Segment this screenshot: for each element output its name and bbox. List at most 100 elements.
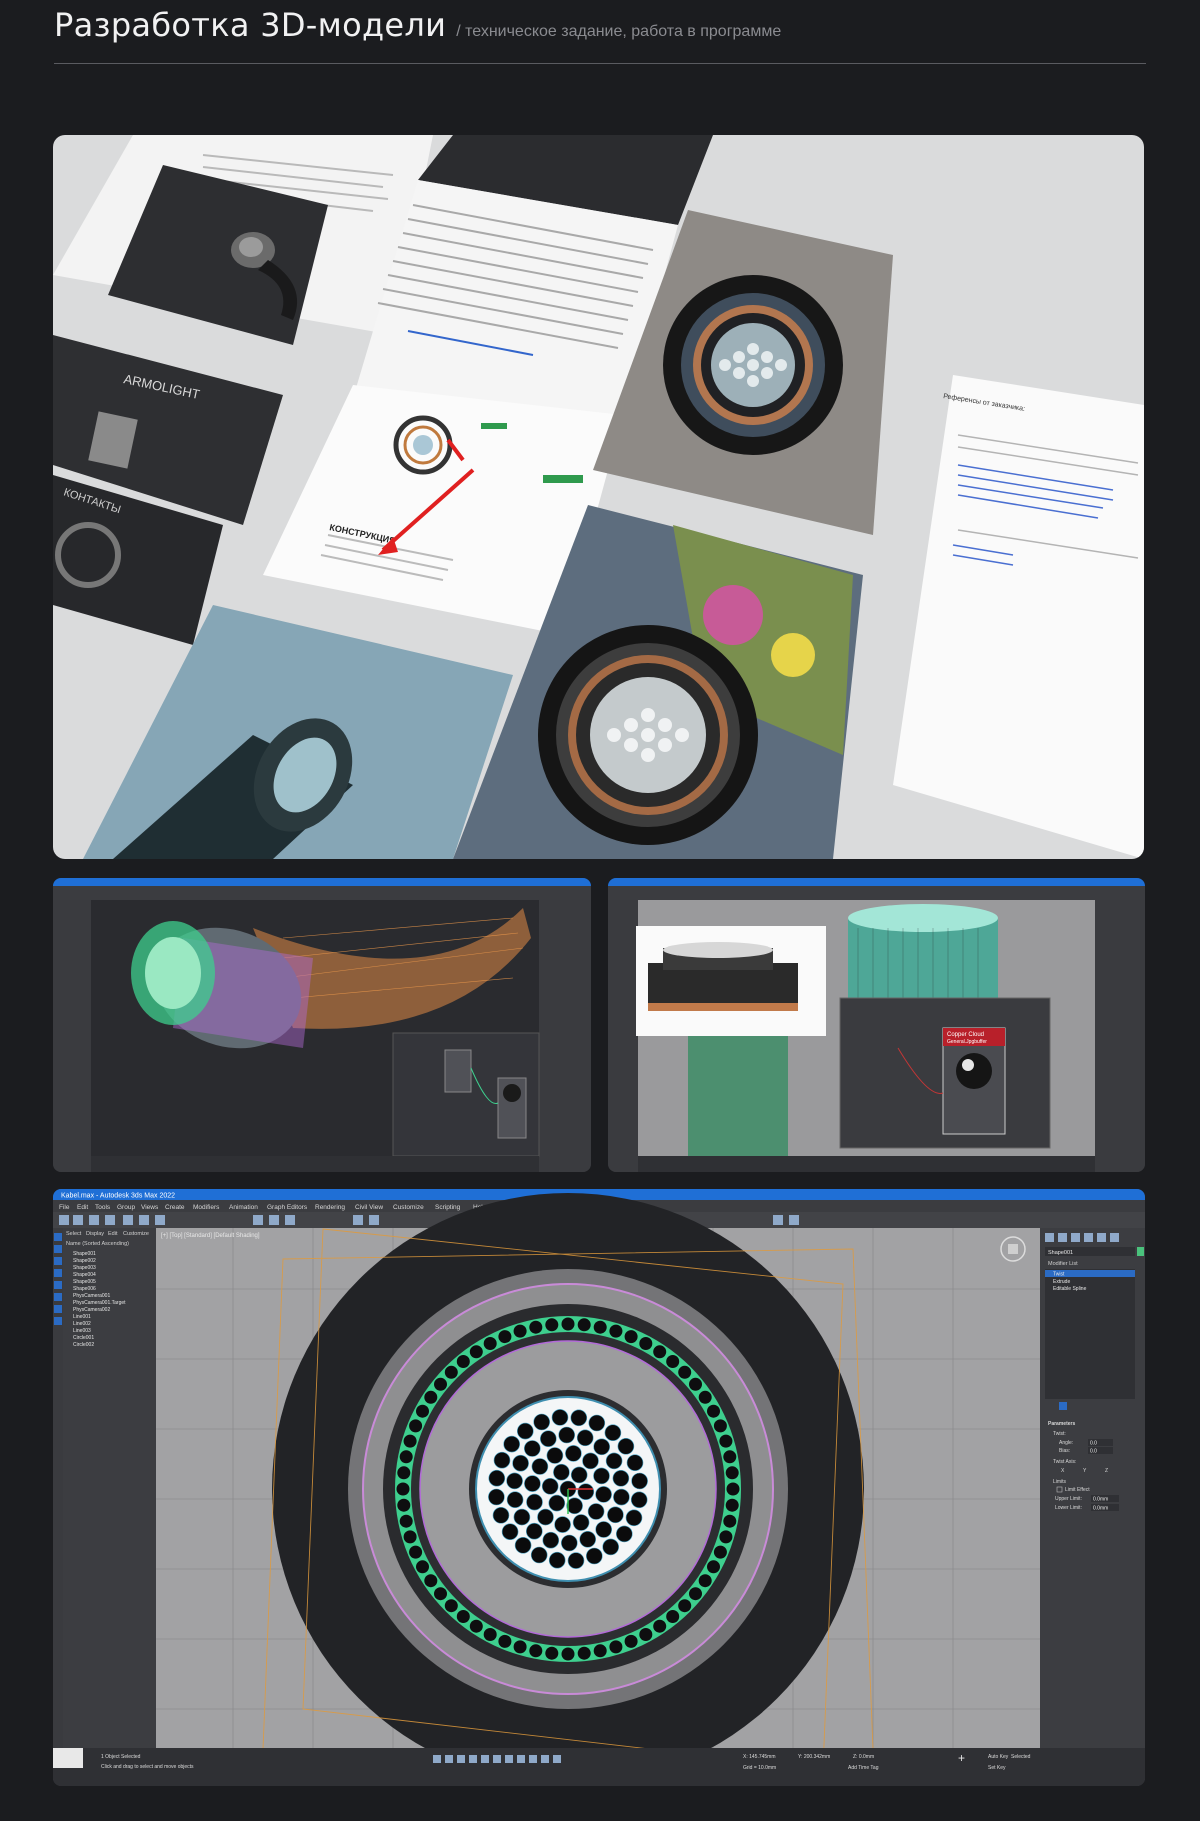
parameters-rollout[interactable]: Parameters: [1048, 1421, 1075, 1427]
menu-rendering[interactable]: Rendering: [315, 1204, 345, 1211]
scene-item[interactable]: Shape005: [73, 1279, 96, 1285]
modifier-stack-item[interactable]: Editable Spline: [1053, 1286, 1087, 1292]
scene-item[interactable]: PhysCamera001: [73, 1293, 110, 1299]
modifier-stack-item[interactable]: Extrude: [1053, 1279, 1070, 1285]
screen-wire: [698, 1574, 712, 1588]
core-conductor-wire: [631, 1472, 648, 1490]
screen-wire: [409, 1545, 423, 1559]
lower-limit-input[interactable]: 0.0mm: [1093, 1506, 1108, 1512]
menu-group[interactable]: Group: [117, 1204, 135, 1211]
scene-item[interactable]: PhysCamera001.Target: [73, 1300, 126, 1306]
menu-tools[interactable]: Tools: [95, 1204, 111, 1211]
add-icon[interactable]: +: [958, 1751, 965, 1765]
max-screenshot-material: Copper Cloud General.Jpgbuffer: [608, 878, 1145, 1172]
scene-item[interactable]: Shape003: [73, 1265, 96, 1271]
scene-explorer: [63, 1228, 156, 1748]
limit-effect-checkbox[interactable]: Limit Effect: [1065, 1487, 1090, 1493]
core-conductor-wire: [493, 1451, 511, 1469]
menu-file[interactable]: File: [59, 1204, 70, 1211]
screen-wire: [483, 1628, 497, 1641]
limits-group-label: Limits: [1053, 1479, 1067, 1485]
screen-wire: [513, 1324, 527, 1338]
material-node-subtitle: General.Jpgbuffer: [947, 1039, 987, 1045]
coord-x[interactable]: X: 145.745mm: [743, 1754, 776, 1760]
core-conductor-wire: [488, 1469, 506, 1487]
screen-wire: [403, 1530, 417, 1544]
scene-item[interactable]: Shape004: [73, 1272, 96, 1278]
scene-item[interactable]: Shape002: [73, 1258, 96, 1264]
axis-z-radio[interactable]: Z: [1105, 1468, 1108, 1474]
screen-wire: [456, 1355, 470, 1368]
coord-z[interactable]: Z: 0.0mm: [853, 1754, 874, 1760]
scene-item[interactable]: Line003: [73, 1328, 91, 1334]
scene-tab-customize[interactable]: Customize: [123, 1231, 149, 1237]
selected-mode-dropdown[interactable]: Selected: [1011, 1754, 1031, 1760]
core-conductor-wire: [579, 1530, 597, 1548]
core-conductor-wire: [523, 1440, 541, 1457]
core-conductor-wire: [595, 1521, 613, 1538]
scene-item[interactable]: Line002: [73, 1321, 91, 1327]
screen-wire: [396, 1482, 410, 1496]
core-conductor-wire: [506, 1491, 524, 1509]
menu-graph-editors[interactable]: Graph Editors: [267, 1204, 308, 1211]
spec-collage: КОНСТРУКЦИЯ ARMOLIGHT КОНТАКТЫ Референсы…: [53, 135, 1144, 859]
menu-views[interactable]: Views: [141, 1204, 159, 1211]
scene-tab-edit[interactable]: Edit: [108, 1231, 118, 1237]
scene-item[interactable]: Line001: [73, 1314, 91, 1320]
core-conductor-wire: [513, 1508, 531, 1526]
scene-item[interactable]: Shape006: [73, 1286, 96, 1292]
auto-key-button[interactable]: Auto Key: [988, 1754, 1009, 1760]
lower-limit-label: Lower Limit:: [1055, 1505, 1082, 1511]
core-conductor-wire: [605, 1452, 623, 1470]
screen-wire: [653, 1345, 667, 1359]
scene-tab-display[interactable]: Display: [86, 1231, 104, 1237]
menu-edit[interactable]: Edit: [77, 1204, 88, 1211]
object-name-field[interactable]: Shape001: [1048, 1250, 1073, 1256]
core-conductor-wire: [503, 1435, 521, 1453]
screen-wire: [545, 1318, 559, 1332]
add-time-tag-button[interactable]: Add Time Tag: [848, 1765, 879, 1771]
screen-wire: [624, 1634, 638, 1648]
coord-y[interactable]: Y: 200.342mm: [798, 1754, 830, 1760]
bias-label: Bias:: [1059, 1448, 1070, 1454]
core-conductor-wire: [577, 1483, 595, 1501]
selection-status: 1 Object Selected: [101, 1754, 141, 1760]
screen-wire: [529, 1644, 543, 1658]
bias-input[interactable]: 0.0: [1090, 1449, 1097, 1455]
menu-modifiers[interactable]: Modifiers: [193, 1204, 220, 1211]
screen-wire: [639, 1628, 653, 1641]
screen-wire: [577, 1318, 591, 1332]
screen-wire: [723, 1514, 737, 1528]
screen-wire: [653, 1619, 667, 1633]
core-conductor-wire: [593, 1438, 611, 1456]
screen-wire: [483, 1337, 497, 1350]
viewport-label[interactable]: [+] [Top] [Standard] [Default Shading]: [161, 1233, 260, 1239]
core-conductor-wire: [595, 1486, 612, 1503]
modifier-stack-item[interactable]: Twist: [1053, 1272, 1065, 1278]
menu-customize[interactable]: Customize: [393, 1204, 424, 1211]
menu-civil-view[interactable]: Civil View: [355, 1204, 383, 1211]
screen-wire: [561, 1317, 575, 1331]
menu-create[interactable]: Create: [165, 1204, 185, 1211]
angle-input[interactable]: 0.0: [1090, 1441, 1097, 1447]
screen-wire: [444, 1599, 458, 1613]
menu-scripting[interactable]: Scripting: [435, 1204, 461, 1211]
status-bar: [53, 1748, 1145, 1786]
core-conductor-wire: [615, 1525, 633, 1543]
screen-wire: [424, 1390, 438, 1404]
scene-item[interactable]: Circle002: [73, 1342, 94, 1348]
core-conductor-wire: [626, 1454, 644, 1472]
scene-sort-label[interactable]: Name (Sorted Ascending): [66, 1241, 129, 1247]
scene-item[interactable]: Circle001: [73, 1335, 94, 1341]
pin-stack-icon[interactable]: [1059, 1402, 1067, 1410]
scene-tab-select[interactable]: Select: [66, 1231, 82, 1237]
modifier-list-dropdown[interactable]: Modifier List: [1048, 1261, 1078, 1267]
material-node-title: Copper Cloud: [947, 1032, 984, 1038]
upper-limit-input[interactable]: 0.0mm: [1093, 1497, 1108, 1503]
scene-item[interactable]: PhysCamera002: [73, 1307, 110, 1313]
menu-animation[interactable]: Animation: [229, 1204, 258, 1211]
screen-wire: [424, 1574, 438, 1588]
set-key-button[interactable]: Set Key: [988, 1765, 1006, 1771]
core-conductor-wire: [576, 1429, 594, 1447]
scene-item[interactable]: Shape001: [73, 1251, 96, 1257]
